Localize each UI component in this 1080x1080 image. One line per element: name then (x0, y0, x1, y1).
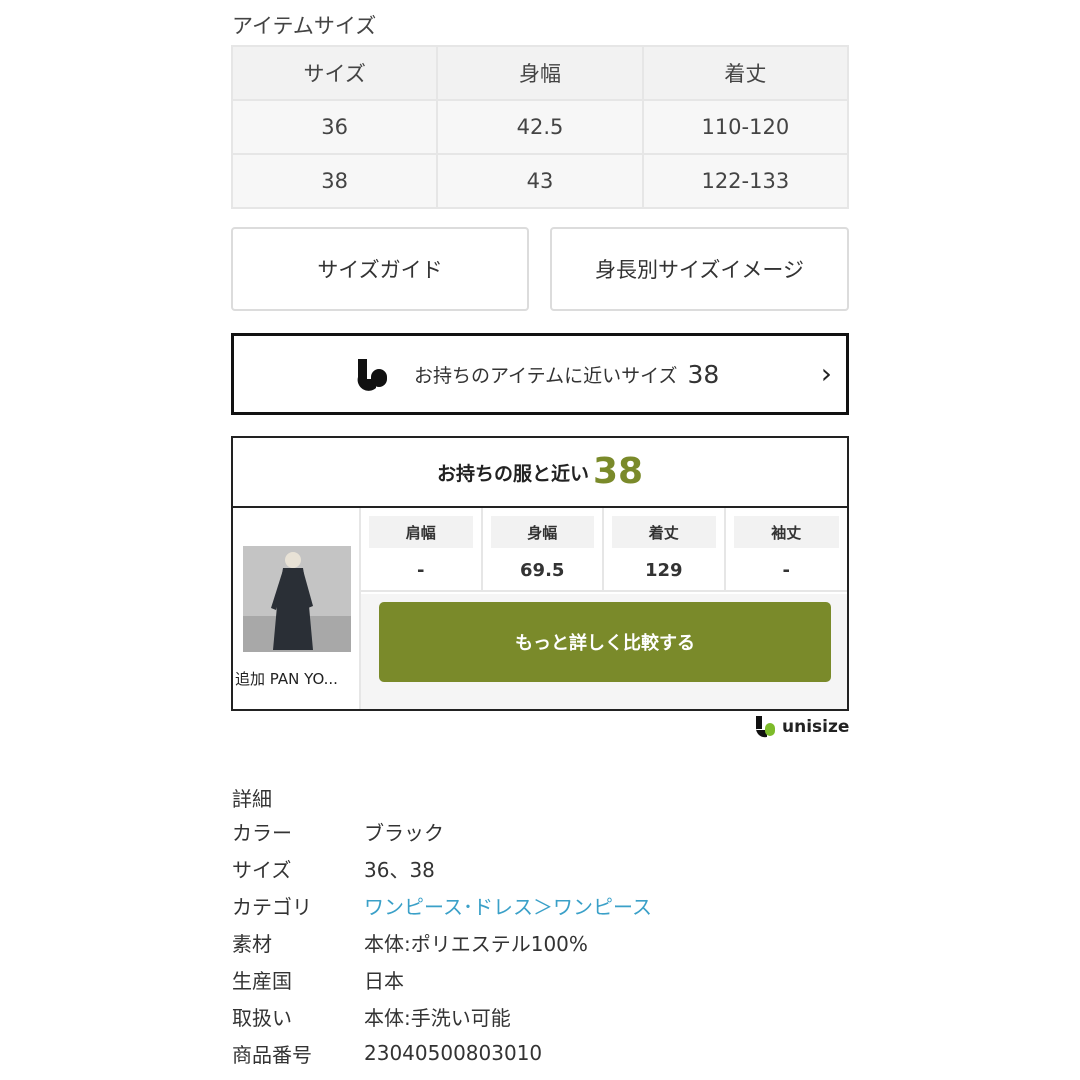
item-size-title: アイテムサイズ (232, 14, 377, 38)
detail-key: 取扱い (232, 1005, 292, 1030)
detail-value: 本体:手洗い可能 (364, 1005, 511, 1030)
size-table-header: サイズ (230, 45, 439, 101)
table-cell: 36 (230, 99, 439, 155)
measurement-label: 袖丈 (733, 516, 839, 548)
measurement-cell: 着丈 129 (604, 508, 726, 592)
measurement-label: 肩幅 (369, 516, 473, 548)
banner-label: お持ちのアイテムに近いサイズ (414, 364, 678, 387)
table-cell: 42.5 (436, 99, 644, 155)
measurement-grid: 肩幅 - 身幅 69.5 着丈 129 袖丈 - (361, 508, 847, 592)
subcategory-link[interactable]: ワンピース (553, 891, 652, 920)
measurement-value: 69.5 (520, 559, 565, 581)
category-link[interactable]: ワンピース･ドレス (364, 891, 533, 920)
table-cell: 38 (230, 153, 439, 209)
detail-value: ブラック (364, 820, 444, 845)
size-guide-button[interactable]: サイズガイド (231, 227, 529, 311)
details-title: 詳細 (232, 787, 272, 811)
measurement-label: 着丈 (612, 516, 716, 548)
chevron-right-icon: › (820, 357, 832, 390)
unisize-brand-icon (756, 716, 775, 738)
detail-key: 商品番号 (232, 1042, 312, 1067)
detail-key: 素材 (232, 931, 272, 956)
table-row: 38 43 122-133 (230, 153, 850, 209)
detail-row-material: 素材 本体:ポリエステル100% (232, 927, 588, 957)
detail-value: 36、38 (364, 857, 435, 882)
size-table-header: 着丈 (641, 45, 850, 101)
detail-value: 23040500803010 (364, 1041, 543, 1065)
detail-row-care: 取扱い 本体:手洗い可能 (232, 1001, 511, 1031)
detail-key: 生産国 (232, 968, 292, 993)
height-size-image-button[interactable]: 身長別サイズイメージ (550, 227, 849, 311)
detail-key: カラー (232, 820, 292, 845)
size-table-header: 身幅 (436, 45, 644, 101)
measurement-value: - (782, 559, 790, 581)
table-cell: 122-133 (641, 153, 850, 209)
compare-heading-text: お持ちの服と近い (436, 462, 589, 485)
size-table: サイズ 身幅 着丈 36 42.5 110-120 38 43 122-133 (230, 45, 850, 209)
unisize-brand[interactable]: unisize (756, 716, 849, 738)
dress-photo-icon (243, 546, 351, 652)
detail-value: 日本 (364, 968, 404, 993)
table-cell: 110-120 (641, 99, 850, 155)
table-row: 36 42.5 110-120 (230, 99, 850, 155)
detail-row-size: サイズ 36、38 (232, 853, 435, 883)
owned-item-image (243, 546, 351, 652)
compare-panel: お持ちの服と近い 38 追加 PAN YO... 肩幅 - 身幅 69.5 着丈 (231, 436, 849, 711)
compare-heading-size: 38 (592, 451, 644, 492)
measurement-cell: 身幅 69.5 (482, 508, 604, 592)
detail-row-color: カラー ブラック (232, 816, 444, 846)
measurement-value: - (417, 559, 425, 581)
compare-heading: お持ちの服と近い 38 (233, 438, 847, 508)
detail-key: カテゴリ (232, 894, 312, 919)
detail-key: サイズ (232, 857, 292, 882)
unisize-size-banner[interactable]: お持ちのアイテムに近いサイズ 38 › (231, 333, 849, 415)
owned-item-thumbnail[interactable]: 追加 PAN YO... (233, 508, 361, 709)
banner-size: 38 (687, 359, 720, 389)
unisize-brand-name: unisize (782, 717, 850, 737)
measurement-value: 129 (644, 559, 683, 581)
measurement-label: 身幅 (490, 516, 594, 548)
size-table-header-row: サイズ 身幅 着丈 (230, 45, 850, 101)
category-separator: ＞ (533, 894, 553, 919)
owned-item-caption: 追加 PAN YO... (235, 670, 338, 688)
measurement-cell: 袖丈 - (725, 508, 847, 592)
compare-details-button[interactable]: もっと詳しく比較する (379, 602, 831, 682)
detail-row-origin: 生産国 日本 (232, 964, 404, 994)
measurement-cell: 肩幅 - (361, 508, 483, 592)
unisize-logo-icon (357, 359, 387, 391)
detail-row-product-number: 商品番号 23040500803010 (232, 1038, 542, 1068)
table-cell: 43 (436, 153, 644, 209)
detail-value: 本体:ポリエステル100% (364, 931, 588, 956)
detail-row-category: カテゴリ ワンピース･ドレス ＞ ワンピース (232, 890, 652, 920)
